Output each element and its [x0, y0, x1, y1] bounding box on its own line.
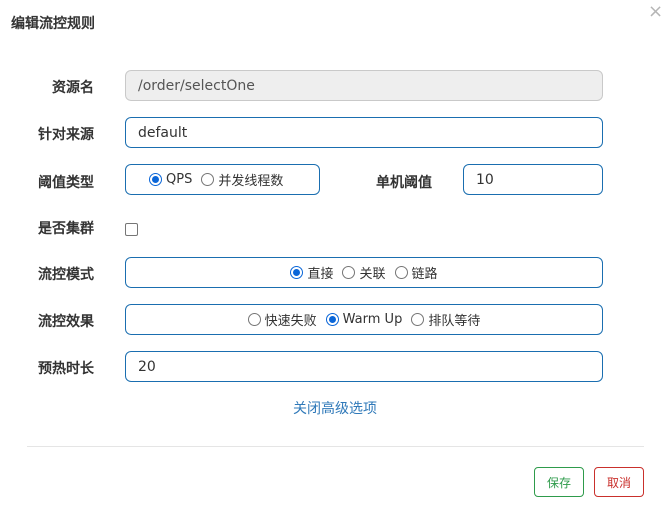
strategy-option-direct[interactable]: 直接 [290, 263, 333, 282]
behavior-option-queue[interactable]: 排队等待 [411, 310, 480, 329]
threshold-type-option-qps[interactable]: QPS [149, 172, 192, 187]
save-button[interactable]: 保存 [534, 467, 584, 497]
warmup-period-field[interactable] [125, 351, 603, 382]
strategy-group: 直接 关联 链路 [125, 257, 603, 288]
radio-relate[interactable] [342, 266, 356, 279]
single-threshold-label: 单机阈值 [376, 175, 432, 191]
radio-chain-label: 链路 [411, 267, 438, 282]
radio-qps[interactable] [149, 173, 162, 186]
radio-queue[interactable] [411, 313, 425, 326]
behavior-option-warm-up[interactable]: Warm Up [325, 312, 403, 327]
control-behavior-group: 快速失败 Warm Up 排队等待 [125, 304, 603, 335]
radio-threads[interactable] [201, 173, 215, 186]
radio-fast-fail[interactable] [247, 313, 261, 326]
warmup-period-input[interactable] [126, 352, 602, 381]
footer-divider [27, 446, 644, 447]
control-behavior-label: 流控效果 [38, 314, 94, 330]
limit-app-label: 针对来源 [38, 127, 94, 143]
radio-threads-label: 并发线程数 [218, 174, 284, 189]
radio-chain[interactable] [394, 266, 408, 279]
close-advanced-options-link[interactable]: 关闭高级选项 [0, 399, 670, 419]
threshold-type-label: 阈值类型 [38, 175, 94, 191]
limit-app-field[interactable] [125, 117, 603, 148]
behavior-option-fast-fail[interactable]: 快速失败 [247, 310, 317, 329]
cancel-button[interactable]: 取消 [594, 467, 644, 497]
threshold-type-option-threads[interactable]: 并发线程数 [201, 170, 283, 189]
radio-queue-label: 排队等待 [428, 314, 481, 329]
limit-app-input[interactable] [126, 118, 602, 147]
radio-warm-up-label: Warm Up [342, 312, 403, 327]
radio-relate-label: 关联 [359, 267, 386, 282]
radio-warm-up[interactable] [325, 313, 339, 326]
strategy-option-relate[interactable]: 关联 [342, 263, 386, 282]
radio-qps-label: QPS [166, 172, 193, 187]
warmup-period-label: 预热时长 [38, 361, 94, 377]
dialog-title: 编辑流控规则 [11, 16, 95, 32]
cluster-mode-checkbox[interactable] [125, 223, 138, 236]
cluster-mode-label: 是否集群 [38, 221, 94, 237]
resource-input[interactable] [126, 71, 602, 100]
radio-direct[interactable] [290, 266, 304, 279]
strategy-label: 流控模式 [38, 267, 94, 283]
single-threshold-field[interactable] [463, 164, 603, 195]
single-threshold-input[interactable] [464, 165, 602, 194]
radio-direct-label: 直接 [307, 267, 334, 282]
close-icon[interactable]: × [648, 2, 663, 22]
resource-field[interactable] [125, 70, 603, 101]
radio-fast-fail-label: 快速失败 [264, 314, 317, 329]
resource-label: 资源名 [52, 80, 94, 96]
strategy-option-chain[interactable]: 链路 [394, 263, 438, 282]
threshold-type-group: QPS 并发线程数 [125, 164, 320, 195]
